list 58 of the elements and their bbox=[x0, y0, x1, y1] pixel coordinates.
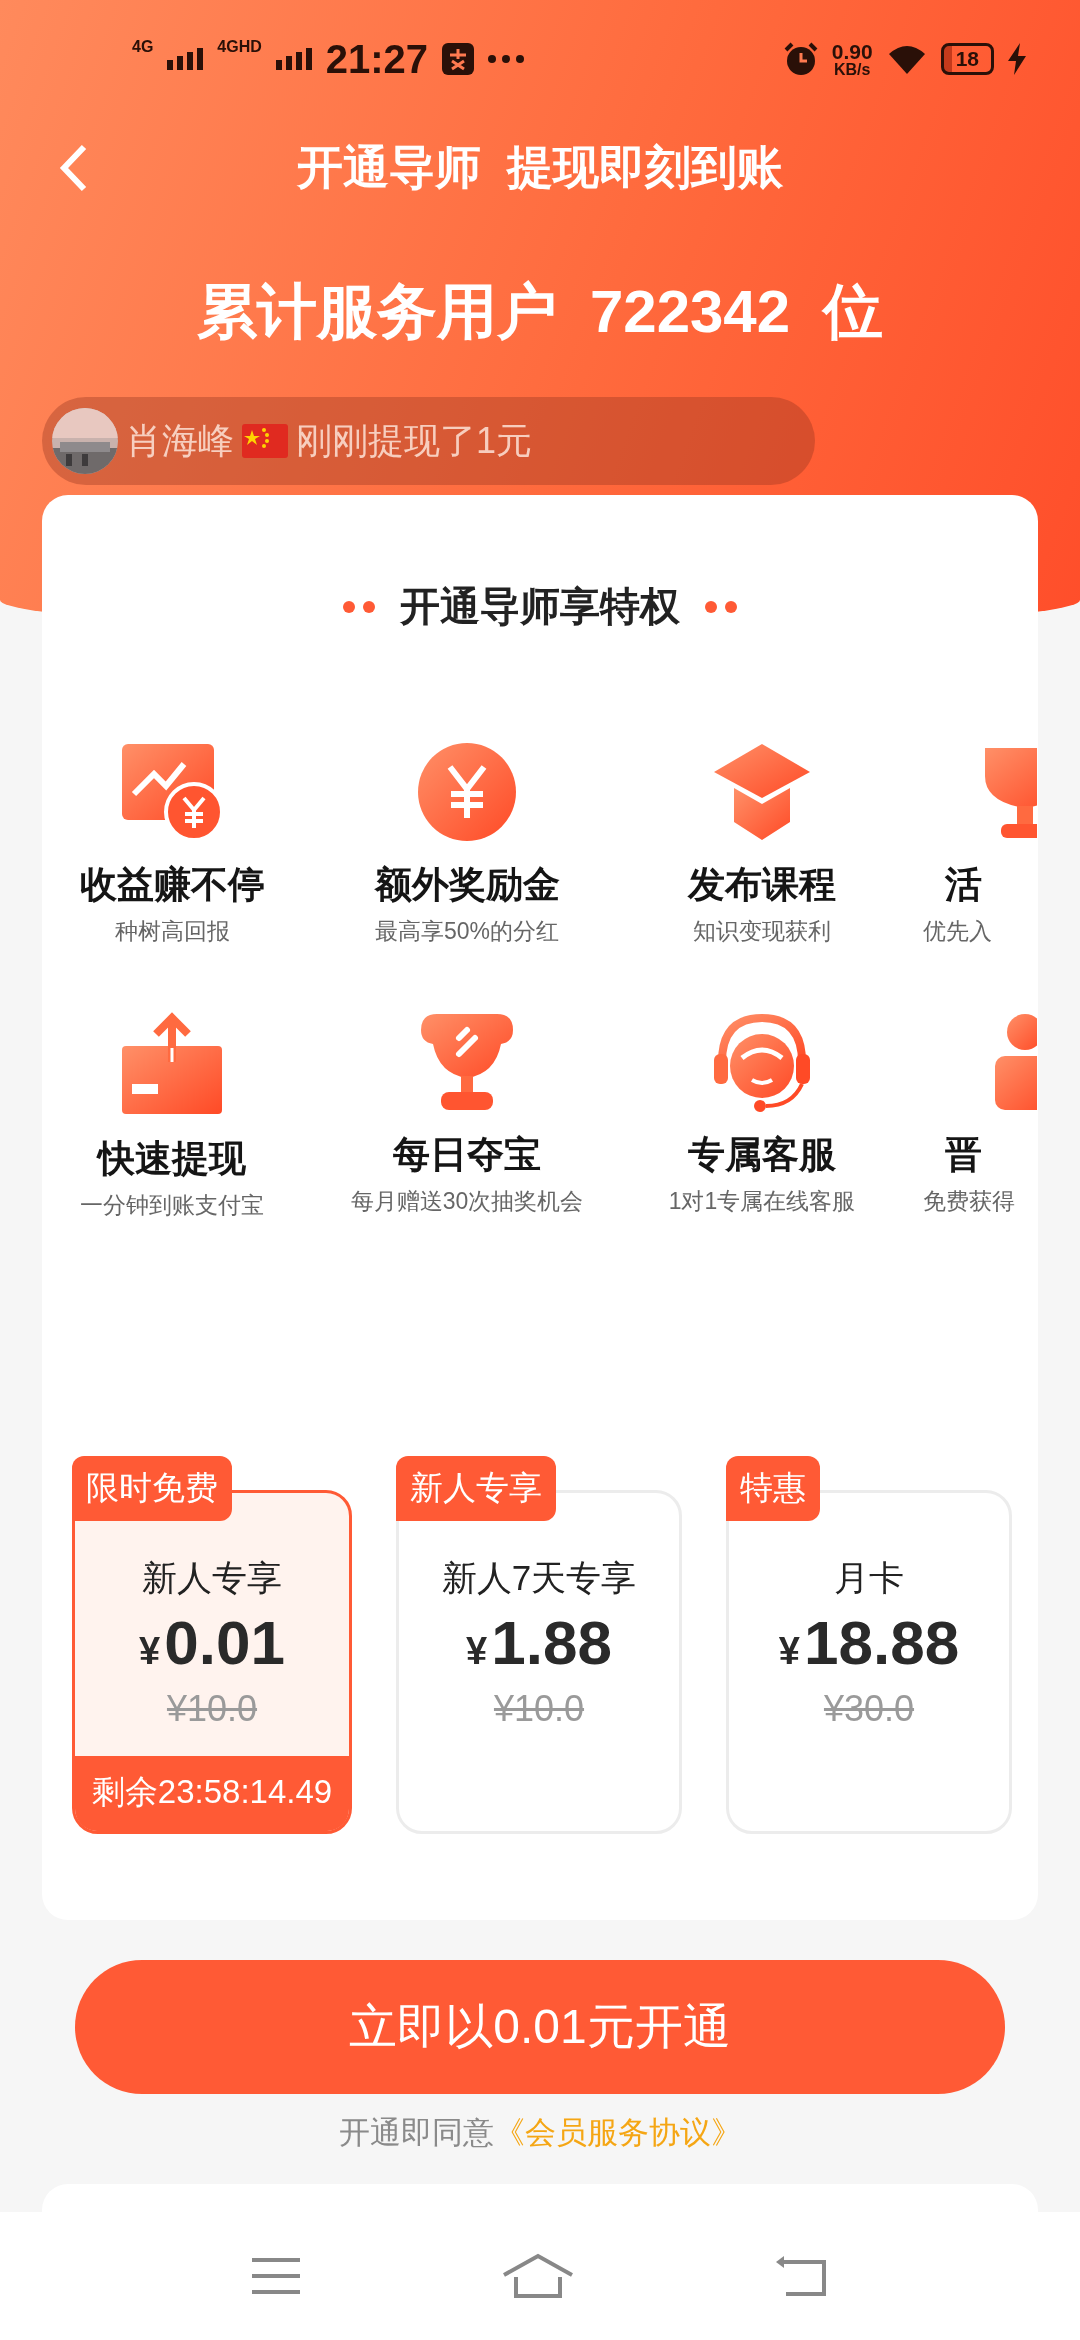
privilege-subtitle: 知识变现获利 bbox=[693, 918, 831, 946]
plan-tag: 新人专享 bbox=[396, 1456, 556, 1521]
network-speed: 0.90 bbox=[831, 40, 873, 62]
status-time: 21:27 bbox=[325, 36, 429, 82]
battery-indicator: 18 bbox=[940, 43, 994, 75]
user-count: 累计服务用户 722342 位 bbox=[195, 277, 885, 347]
privilege-title: 活 bbox=[945, 863, 982, 907]
privilege-title: 发布课程 bbox=[688, 863, 836, 907]
signal-icon bbox=[275, 48, 312, 70]
dots-icon bbox=[342, 599, 376, 614]
plan-name: 新人专享 bbox=[142, 1557, 282, 1599]
menu-icon[interactable] bbox=[250, 2256, 302, 2296]
card-upload-icon bbox=[120, 1012, 224, 1116]
privilege-title: 专属客服 bbox=[688, 1133, 836, 1177]
trophy-icon bbox=[419, 1012, 515, 1112]
plan-name: 新人7天专享 bbox=[441, 1557, 637, 1599]
plan-tag: 特惠 bbox=[726, 1456, 820, 1521]
home-icon[interactable] bbox=[502, 2253, 574, 2299]
plan-price: ¥18.88 bbox=[778, 1612, 960, 1674]
graduation-cap-icon bbox=[712, 742, 812, 842]
page-title: 开通导师 提现即刻到账 bbox=[297, 140, 783, 195]
dots-icon bbox=[704, 599, 738, 614]
ticker-name: 肖海峰 bbox=[126, 418, 234, 463]
plan-price: ¥0.01 bbox=[139, 1612, 285, 1674]
privilege-subtitle: 优先入 bbox=[923, 918, 992, 946]
privilege-title: 收益赚不停 bbox=[79, 863, 265, 907]
ticker-message: 刚刚提现了1元 bbox=[296, 418, 533, 463]
app-icon bbox=[442, 43, 475, 75]
charging-icon bbox=[1008, 43, 1026, 75]
signal-icon bbox=[167, 48, 204, 70]
privilege-subtitle: 最高享50%的分红 bbox=[374, 918, 559, 946]
privilege-title: 快速提现 bbox=[98, 1137, 246, 1181]
agreement-text: 开通即同意 bbox=[338, 2114, 494, 2152]
privilege-title: 额外奖励金 bbox=[374, 863, 560, 907]
plan-price: ¥1.88 bbox=[466, 1612, 612, 1674]
section-title: 开通导师享特权 bbox=[400, 583, 680, 630]
network-label: 4G bbox=[132, 38, 154, 56]
network-label: 4GHD bbox=[217, 38, 262, 56]
wifi-icon bbox=[886, 44, 927, 74]
privilege-subtitle: 免费获得 bbox=[923, 1188, 1015, 1216]
privilege-title: 每日夺宝 bbox=[393, 1133, 541, 1177]
privilege-title: 晋 bbox=[945, 1133, 982, 1177]
countdown-timer: 剩余23:58:14.49 bbox=[75, 1756, 349, 1831]
privilege-subtitle: 种树高回报 bbox=[114, 918, 230, 946]
more-icon bbox=[488, 55, 525, 63]
original-price: ¥30.0 bbox=[823, 1688, 915, 1730]
headset-agent-icon bbox=[712, 1012, 812, 1112]
plan-tag: 限时免费 bbox=[72, 1456, 232, 1521]
original-price: ¥10.0 bbox=[166, 1688, 258, 1730]
speed-unit: KB/s bbox=[833, 61, 871, 78]
privilege-subtitle: 每月赠送30次抽奖机会 bbox=[350, 1188, 584, 1216]
alarm-icon bbox=[783, 42, 818, 76]
original-price: ¥10.0 bbox=[493, 1688, 585, 1730]
yuan-coin-icon bbox=[417, 742, 517, 842]
flag-icon bbox=[242, 424, 288, 458]
privilege-subtitle: 一分钟到账支付宝 bbox=[80, 1192, 264, 1220]
privilege-subtitle: 1对1专属在线客服 bbox=[668, 1188, 856, 1216]
plan-name: 月卡 bbox=[834, 1557, 904, 1599]
